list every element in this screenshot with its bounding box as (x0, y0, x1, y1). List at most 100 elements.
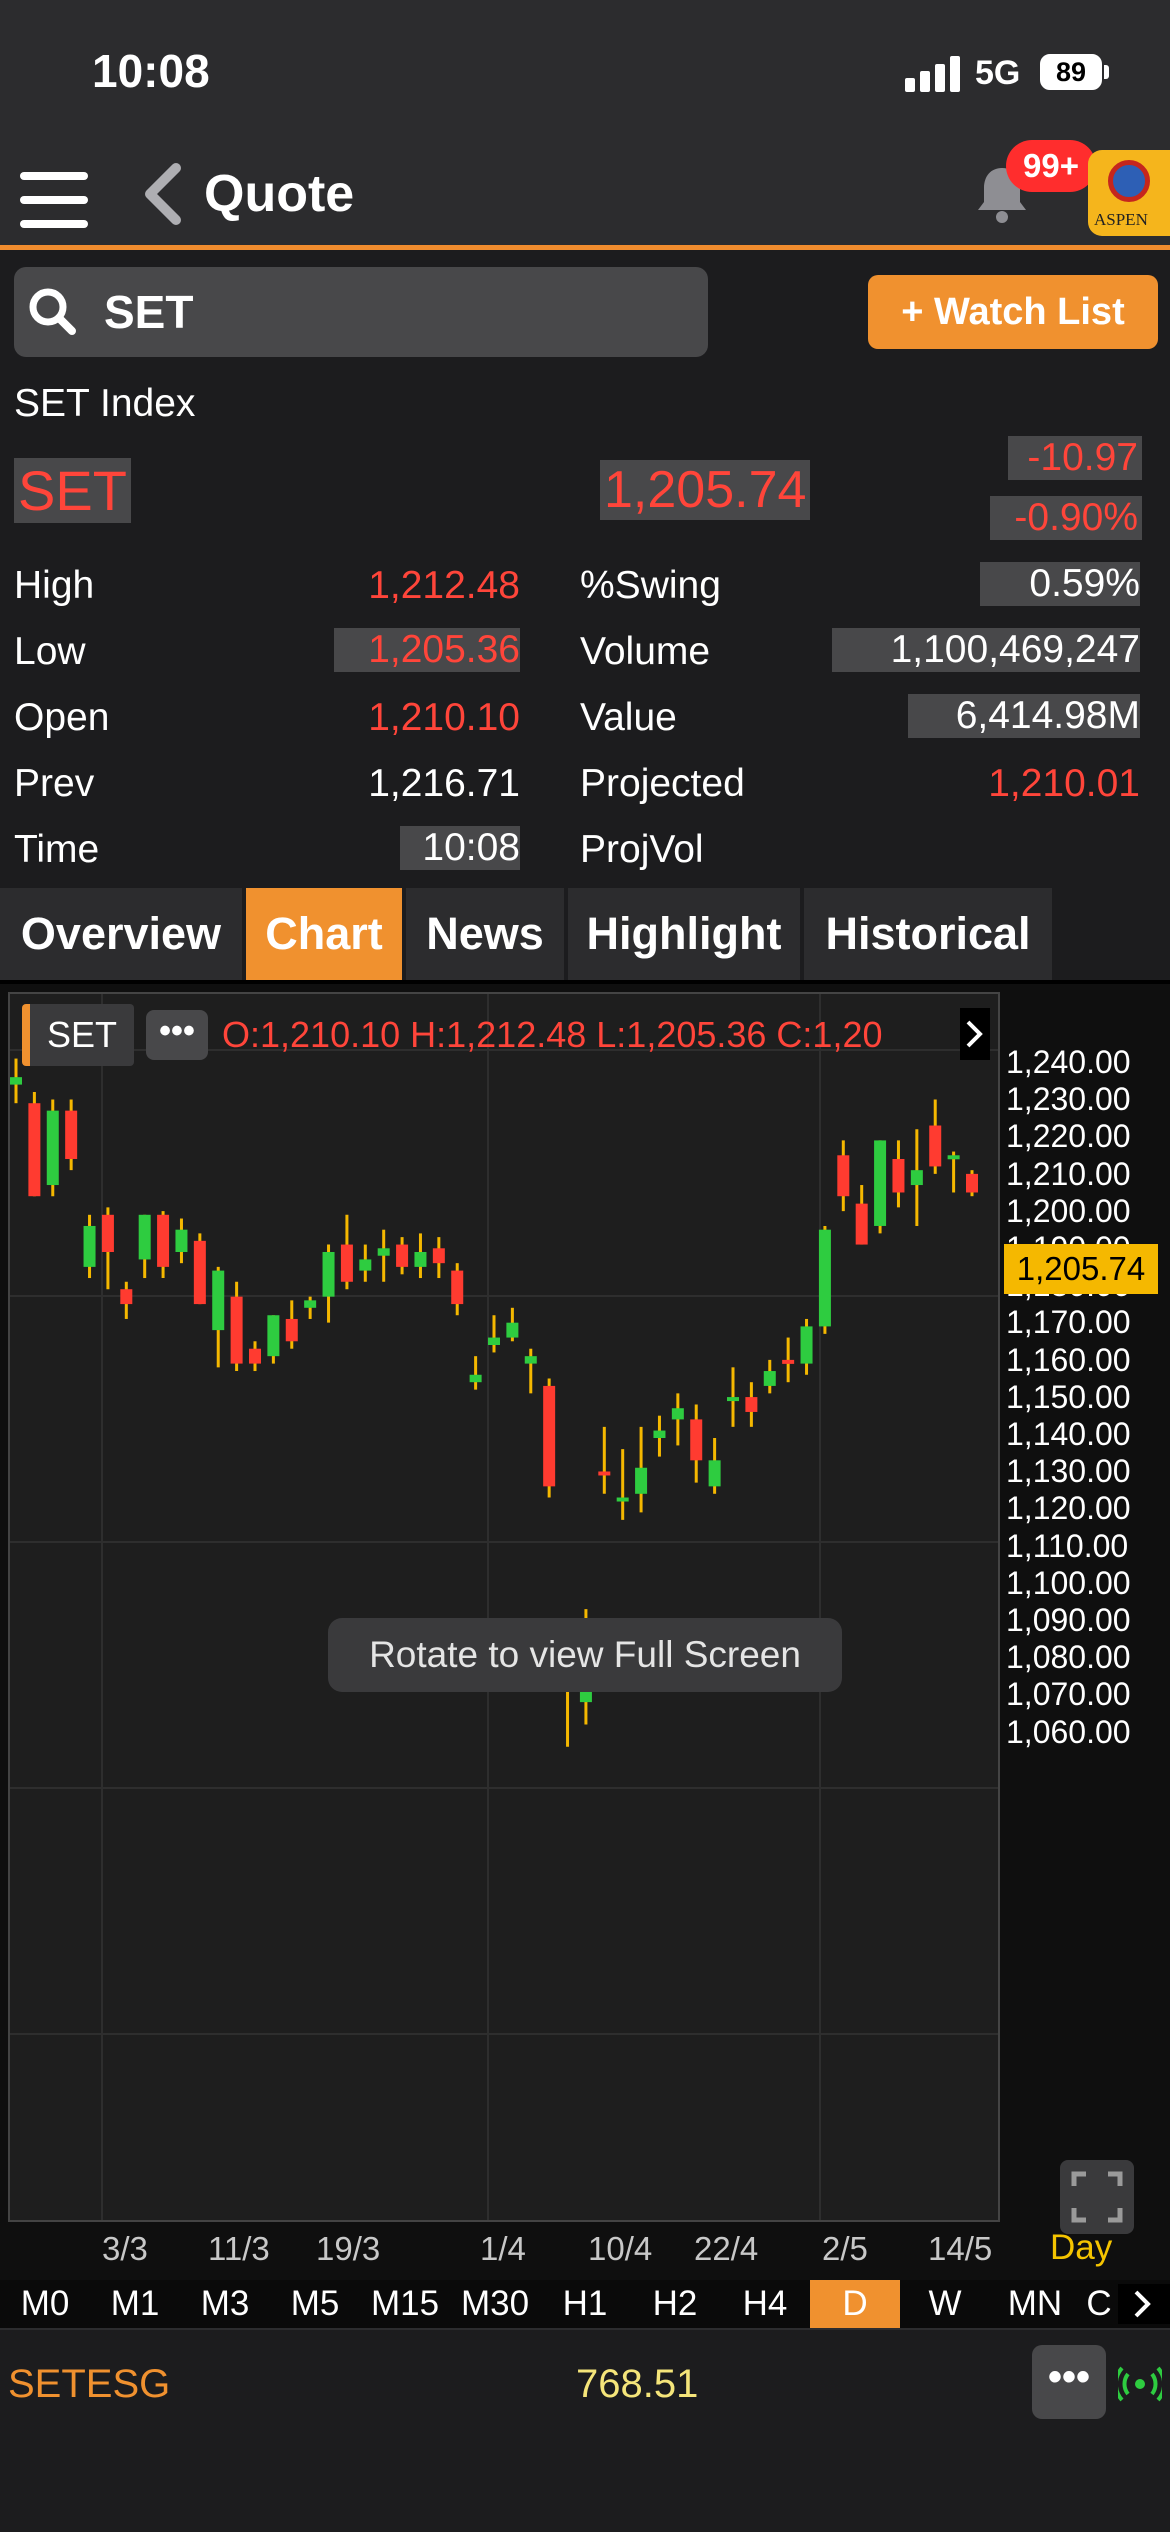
candle-body (947, 1155, 960, 1160)
timeframe-w[interactable]: W (900, 2280, 990, 2328)
candle (763, 1359, 776, 1394)
candle-body (340, 1244, 353, 1282)
candle (157, 1211, 170, 1279)
tab-news[interactable]: News (406, 888, 564, 980)
index-name: SET Index (14, 382, 196, 425)
aspen-logo[interactable]: ASPEN (1088, 150, 1170, 236)
tab-overview[interactable]: Overview (0, 888, 242, 980)
open-label: Open (14, 696, 110, 739)
timeframe-m0[interactable]: M0 (0, 2280, 90, 2328)
candle-body (120, 1289, 133, 1305)
candle-body (966, 1173, 978, 1193)
prev-label: Prev (14, 762, 95, 805)
candle (432, 1237, 445, 1279)
candle (818, 1225, 831, 1334)
fullscreen-icon[interactable] (1060, 2160, 1134, 2234)
candle-body (800, 1326, 813, 1364)
candle (396, 1237, 409, 1275)
candle-body (359, 1259, 372, 1271)
search-icon[interactable] (14, 267, 90, 357)
timeframe-d[interactable]: D (810, 2280, 900, 2328)
timeframe-c[interactable]: C (1080, 2280, 1118, 2328)
search-input[interactable] (104, 282, 684, 342)
chevron-right-icon[interactable] (960, 1008, 990, 1060)
swing-label: %Swing (580, 564, 721, 607)
chart-plot[interactable] (8, 992, 1000, 2281)
candle (671, 1393, 684, 1446)
candle (892, 1140, 905, 1208)
menu-icon[interactable] (20, 170, 88, 230)
candle (193, 1233, 206, 1305)
x-tick-label: 22/4 (694, 2230, 759, 2267)
candle-body (28, 1103, 41, 1197)
tab-chart[interactable]: Chart (246, 888, 402, 980)
candle (285, 1300, 298, 1349)
candle-body (690, 1419, 703, 1461)
candle-body (432, 1248, 445, 1264)
value-value: 6,414.98M (908, 694, 1140, 738)
candle (745, 1382, 758, 1427)
more-button[interactable]: ••• (1032, 2345, 1106, 2419)
candle (10, 1058, 22, 1104)
candle (451, 1263, 464, 1316)
candle (635, 1426, 648, 1513)
candle-body (653, 1430, 666, 1438)
timeframe-h4[interactable]: H4 (720, 2280, 810, 2328)
candle (249, 1341, 261, 1372)
candle-body (598, 1471, 611, 1476)
y-tick-label: 1,120.00 (1006, 1490, 1131, 1527)
candle-body (193, 1240, 206, 1305)
candle-body (929, 1125, 942, 1167)
timeframe-m30[interactable]: M30 (450, 2280, 540, 2328)
tab-historical[interactable]: Historical (804, 888, 1052, 980)
value-label: Value (580, 696, 677, 739)
candle (837, 1140, 850, 1212)
timeframe-m1[interactable]: M1 (90, 2280, 180, 2328)
timeframe-m5[interactable]: M5 (270, 2280, 360, 2328)
y-tick-label: 1,100.00 (1006, 1564, 1131, 1601)
candle-body (635, 1467, 648, 1494)
low-label: Low (14, 630, 86, 673)
chart-more-button[interactable]: ••• (146, 1010, 208, 1060)
candle-body (175, 1229, 188, 1252)
candle (690, 1404, 703, 1483)
candle-body (304, 1300, 317, 1308)
candle-body (671, 1408, 684, 1420)
chart-symbol-button[interactable]: SET (22, 1004, 134, 1066)
chevron-right-icon[interactable] (1118, 2284, 1170, 2324)
candle (322, 1244, 335, 1323)
candle-body (837, 1155, 850, 1197)
y-tick-label: 1,220.00 (1006, 1118, 1131, 1155)
candle-body (469, 1374, 482, 1383)
watch-list-button[interactable]: + Watch List (868, 275, 1158, 349)
candle-body (65, 1110, 78, 1159)
timeframe-h1[interactable]: H1 (540, 2280, 630, 2328)
candle-body (543, 1385, 556, 1487)
prev-value: 1,216.71 (368, 762, 520, 805)
x-tick-label: 2/5 (822, 2230, 868, 2267)
candle (800, 1318, 813, 1375)
timeframe-m3[interactable]: M3 (180, 2280, 270, 2328)
candle-body (249, 1348, 261, 1364)
candle (874, 1140, 887, 1234)
timeframe-mn[interactable]: MN (990, 2280, 1080, 2328)
network-type: 5G (975, 54, 1021, 92)
y-tick-label: 1,160.00 (1006, 1341, 1131, 1378)
back-chevron-icon[interactable] (140, 162, 185, 227)
candle-body (855, 1203, 868, 1245)
notification-badge: 99+ (1006, 140, 1096, 192)
tab-highlight[interactable]: Highlight (568, 888, 800, 980)
candle-body (708, 1460, 721, 1487)
y-tick-label: 1,210.00 (1006, 1155, 1131, 1192)
candle-body (267, 1315, 280, 1357)
timeframe-m15[interactable]: M15 (360, 2280, 450, 2328)
candle (120, 1281, 133, 1319)
timeframe-h2[interactable]: H2 (630, 2280, 720, 2328)
candle-body (506, 1322, 519, 1338)
y-tick-label: 1,150.00 (1006, 1378, 1131, 1415)
candle (138, 1214, 151, 1279)
y-tick-label: 1,060.00 (1006, 1713, 1131, 1750)
ticker-symbol[interactable]: SETESG (8, 2362, 170, 2407)
candle-body (230, 1296, 243, 1364)
x-tick-label: 19/3 (316, 2230, 381, 2267)
